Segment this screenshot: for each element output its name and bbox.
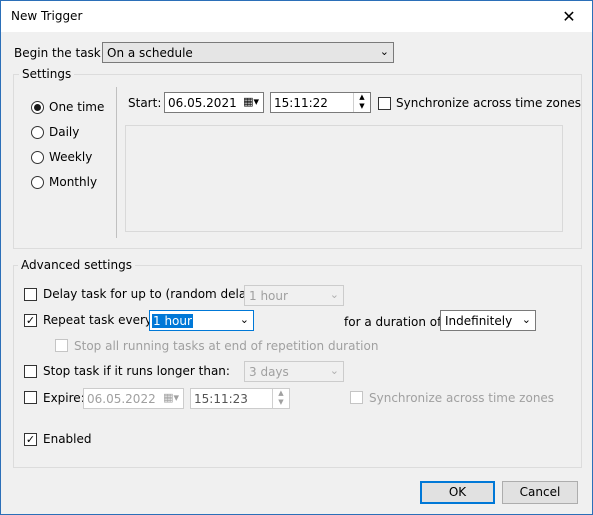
new-trigger-dialog: New Trigger ✕ Begin the task: On a sched… [0, 0, 593, 515]
begin-task-dropdown[interactable]: On a schedule ⌄ [102, 42, 394, 63]
chevron-down-icon: ⌄ [329, 288, 339, 301]
radio-one-time-label: One time [49, 100, 105, 114]
begin-task-value: On a schedule [107, 46, 193, 60]
radio-monthly[interactable] [31, 176, 44, 189]
repeat-interval-value: 1 hour [152, 314, 193, 328]
radio-weekly-label: Weekly [49, 150, 93, 164]
duration-value: Indefinitely [445, 314, 513, 328]
repeat-task-checkbox[interactable]: ✓ [24, 314, 37, 327]
chevron-down-icon: ⌄ [379, 45, 389, 58]
schedule-details-panel [125, 125, 563, 232]
spin-down-icon[interactable]: ▼ [354, 102, 370, 111]
checkmark-icon: ✓ [25, 433, 36, 446]
close-button[interactable]: ✕ [546, 1, 592, 32]
duration-label: for a duration of: [344, 315, 445, 329]
advanced-settings-label: Advanced settings [18, 258, 135, 272]
stop-task-longer-label: Stop task if it runs longer than: [43, 364, 230, 378]
ok-button[interactable]: OK [420, 481, 495, 504]
repeat-task-label: Repeat task every: [43, 313, 156, 327]
sync-time-zones-label: Synchronize across time zones [396, 96, 582, 110]
radio-monthly-label: Monthly [49, 175, 98, 189]
chevron-down-icon: ⌄ [521, 313, 531, 326]
stop-all-tasks-checkbox[interactable] [55, 339, 68, 352]
calendar-icon[interactable]: ▦▾ [163, 391, 179, 404]
start-time-spinner[interactable]: ▲ ▼ [353, 93, 370, 112]
spin-up-icon[interactable]: ▲ [354, 93, 370, 102]
radio-weekly[interactable] [31, 151, 44, 164]
start-label: Start: [128, 96, 162, 110]
chevron-down-icon: ⌄ [329, 364, 339, 377]
expire-sync-checkbox[interactable] [350, 391, 363, 404]
radio-daily[interactable] [31, 126, 44, 139]
window-title: New Trigger [11, 9, 83, 23]
cancel-button[interactable]: Cancel [502, 481, 578, 504]
expire-time-field[interactable]: 15:11:23 ▲ ▼ [190, 388, 290, 409]
start-time-value: 15:11:22 [274, 96, 328, 110]
sync-time-zones-checkbox[interactable] [378, 97, 391, 110]
close-icon: ✕ [562, 7, 576, 26]
start-date-value: 06.05.2021 [168, 96, 237, 110]
expire-time-value: 15:11:23 [194, 392, 248, 406]
stop-task-longer-checkbox[interactable] [24, 365, 37, 378]
expire-date-picker[interactable]: 06.05.2022 ▦▾ [83, 388, 184, 409]
expire-time-spinner[interactable]: ▲ ▼ [272, 389, 289, 408]
radio-one-time[interactable] [31, 101, 44, 114]
enabled-label: Enabled [43, 432, 92, 446]
enabled-checkbox[interactable]: ✓ [24, 433, 37, 446]
radio-daily-label: Daily [49, 125, 80, 139]
start-date-picker[interactable]: 06.05.2021 ▦▾ [164, 92, 264, 113]
repeat-interval-value-wrap: 1 hour [152, 314, 193, 328]
expire-date-value: 06.05.2022 [87, 392, 156, 406]
title-bar: New Trigger ✕ [1, 1, 592, 32]
expire-label: Expire: [43, 391, 85, 405]
start-time-field[interactable]: 15:11:22 ▲ ▼ [270, 92, 371, 113]
expire-checkbox[interactable] [24, 391, 37, 404]
stop-task-duration-value: 3 days [249, 365, 289, 379]
checkmark-icon: ✓ [25, 314, 36, 327]
delay-value: 1 hour [249, 289, 288, 303]
repeat-interval-dropdown[interactable]: 1 hour ⌄ [149, 310, 254, 331]
spin-up-icon[interactable]: ▲ [273, 389, 289, 398]
expire-sync-label: Synchronize across time zones [369, 391, 555, 405]
stop-all-tasks-label: Stop all running tasks at end of repetit… [74, 339, 379, 353]
calendar-icon[interactable]: ▦▾ [243, 95, 259, 108]
delay-task-checkbox[interactable] [24, 288, 37, 301]
delay-dropdown[interactable]: 1 hour ⌄ [244, 285, 344, 306]
chevron-down-icon: ⌄ [239, 313, 249, 326]
settings-divider [116, 87, 117, 238]
begin-task-label: Begin the task: [14, 46, 105, 60]
delay-task-label: Delay task for up to (random delay): [43, 287, 263, 301]
settings-group-label: Settings [19, 67, 75, 81]
stop-task-duration-dropdown[interactable]: 3 days ⌄ [244, 361, 344, 382]
spin-down-icon[interactable]: ▼ [273, 398, 289, 407]
duration-dropdown[interactable]: Indefinitely ⌄ [440, 310, 536, 331]
